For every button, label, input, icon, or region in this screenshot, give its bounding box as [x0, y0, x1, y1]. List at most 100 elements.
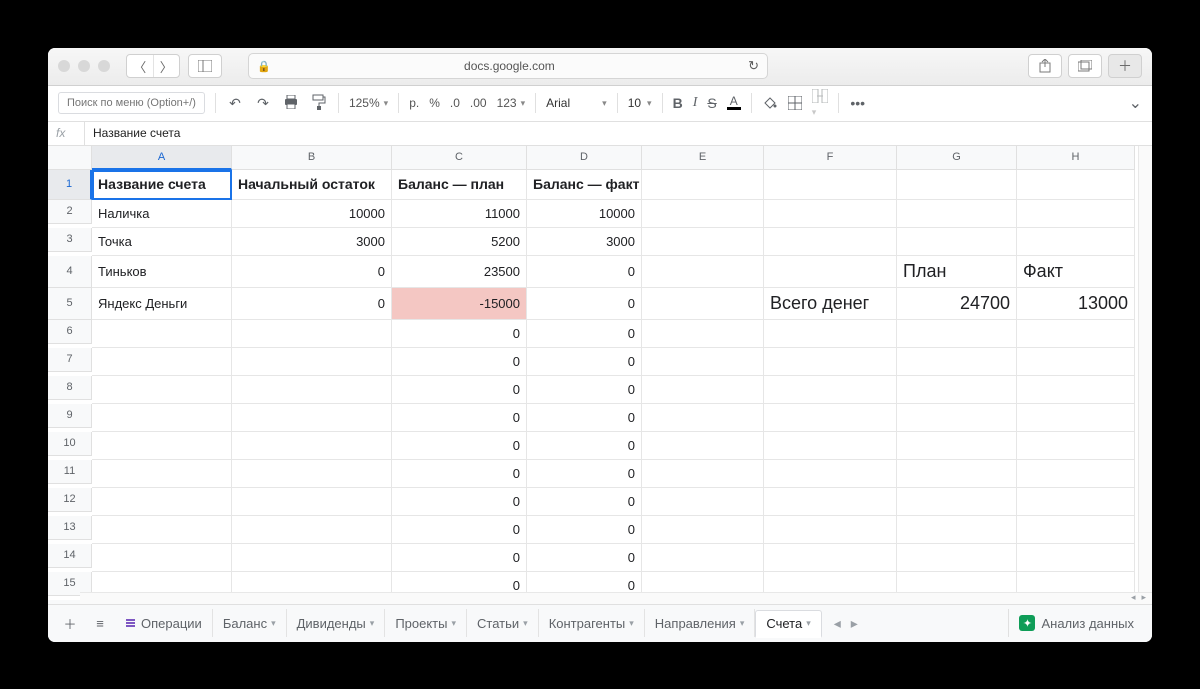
collapse-toolbar-button[interactable]: ⌄ — [1129, 93, 1142, 113]
cell[interactable]: Баланс — план — [392, 170, 527, 200]
cell[interactable] — [92, 404, 232, 432]
fullscreen-window-button[interactable] — [98, 60, 110, 72]
cell[interactable]: 0 — [392, 320, 527, 348]
cell[interactable] — [1017, 348, 1135, 376]
cell[interactable] — [232, 488, 392, 516]
formula-value[interactable]: Название счета — [93, 126, 180, 140]
cell[interactable] — [1017, 228, 1135, 256]
cell[interactable] — [92, 376, 232, 404]
font-family-dropdown[interactable]: Arial▾ — [546, 96, 607, 110]
cell[interactable]: Название счета — [92, 170, 232, 200]
cell[interactable] — [642, 516, 764, 544]
cell[interactable] — [92, 320, 232, 348]
row-header[interactable]: 2 — [48, 200, 92, 224]
row-header[interactable]: 8 — [48, 376, 92, 400]
cell[interactable] — [1017, 460, 1135, 488]
cell[interactable] — [642, 256, 764, 288]
cell[interactable]: 0 — [392, 348, 527, 376]
tabs-button[interactable] — [1068, 54, 1102, 78]
sheet-tab[interactable]: Операции — [116, 609, 213, 637]
column-header[interactable]: B — [232, 146, 392, 170]
percent-format-button[interactable]: % — [429, 96, 440, 110]
spreadsheet-grid[interactable]: ABCDEFGH1Название счетаНачальный остаток… — [48, 146, 1152, 604]
cell[interactable] — [92, 348, 232, 376]
cell[interactable]: Наличка — [92, 200, 232, 228]
cell[interactable] — [642, 544, 764, 572]
cell[interactable] — [232, 544, 392, 572]
sheet-tab[interactable]: Дивиденды▾ — [287, 609, 386, 637]
cell[interactable] — [764, 200, 897, 228]
new-tab-button[interactable]: ＋ — [1108, 54, 1142, 78]
share-button[interactable] — [1028, 54, 1062, 78]
cell[interactable] — [232, 516, 392, 544]
cell[interactable]: Факт — [1017, 256, 1135, 288]
cell[interactable]: 0 — [527, 320, 642, 348]
cell[interactable]: 11000 — [392, 200, 527, 228]
cell[interactable] — [897, 200, 1017, 228]
vertical-scrollbar[interactable] — [1138, 146, 1152, 604]
cell[interactable] — [642, 376, 764, 404]
cell[interactable] — [764, 228, 897, 256]
menu-search-input[interactable]: Поиск по меню (Option+/) — [58, 92, 205, 114]
paint-format-button[interactable] — [310, 94, 328, 113]
increase-decimal-button[interactable]: .00 — [470, 96, 487, 110]
tab-scroll-right[interactable]: ▸ — [851, 615, 858, 632]
cell[interactable]: 10000 — [527, 200, 642, 228]
cell[interactable] — [764, 488, 897, 516]
column-header[interactable]: G — [897, 146, 1017, 170]
cell[interactable] — [642, 488, 764, 516]
cell[interactable]: 24700 — [897, 288, 1017, 320]
cell[interactable] — [92, 432, 232, 460]
row-header[interactable]: 7 — [48, 348, 92, 372]
row-header[interactable]: 13 — [48, 516, 92, 540]
font-size-dropdown[interactable]: 10▾ — [628, 96, 652, 110]
sheet-tab[interactable]: Баланс▾ — [213, 609, 287, 637]
cell[interactable]: 3000 — [232, 228, 392, 256]
redo-button[interactable]: ↷ — [254, 95, 272, 112]
cell[interactable]: 3000 — [527, 228, 642, 256]
sheet-tab[interactable]: Статьи▾ — [467, 609, 539, 637]
cell[interactable]: 0 — [527, 404, 642, 432]
cell[interactable] — [764, 460, 897, 488]
cell[interactable] — [764, 170, 897, 200]
cell[interactable] — [642, 432, 764, 460]
cell[interactable] — [92, 516, 232, 544]
close-window-button[interactable] — [58, 60, 70, 72]
forward-button[interactable]: 〉 — [154, 57, 180, 76]
cell[interactable] — [232, 432, 392, 460]
cell[interactable] — [642, 288, 764, 320]
undo-button[interactable]: ↶ — [226, 95, 244, 112]
cell[interactable] — [897, 170, 1017, 200]
cell[interactable] — [897, 348, 1017, 376]
cell[interactable] — [642, 460, 764, 488]
cell[interactable]: 0 — [232, 256, 392, 288]
text-color-button[interactable]: A — [727, 96, 741, 110]
cell[interactable]: 0 — [527, 348, 642, 376]
cell[interactable]: 13000 — [1017, 288, 1135, 320]
column-header[interactable]: A — [92, 146, 232, 170]
cell[interactable]: 0 — [392, 544, 527, 572]
cell[interactable] — [1017, 404, 1135, 432]
row-header[interactable]: 5 — [48, 288, 92, 320]
cell[interactable] — [1017, 200, 1135, 228]
cell[interactable]: 0 — [232, 288, 392, 320]
column-header[interactable]: H — [1017, 146, 1135, 170]
row-header[interactable]: 6 — [48, 320, 92, 344]
add-sheet-button[interactable]: ＋ — [56, 609, 84, 637]
cell[interactable] — [232, 348, 392, 376]
decrease-decimal-button[interactable]: .0 — [450, 96, 460, 110]
cell[interactable] — [232, 460, 392, 488]
cell[interactable]: 0 — [392, 376, 527, 404]
cell[interactable] — [1017, 170, 1135, 200]
cell[interactable] — [897, 460, 1017, 488]
cell[interactable]: 0 — [527, 488, 642, 516]
cell[interactable] — [897, 488, 1017, 516]
fill-color-button[interactable] — [762, 95, 778, 111]
cell[interactable] — [764, 516, 897, 544]
cell[interactable]: 0 — [527, 516, 642, 544]
cell[interactable]: Баланс — факт — [527, 170, 642, 200]
cell[interactable]: 10000 — [232, 200, 392, 228]
cell[interactable] — [642, 228, 764, 256]
cell[interactable] — [642, 200, 764, 228]
cell[interactable] — [1017, 516, 1135, 544]
